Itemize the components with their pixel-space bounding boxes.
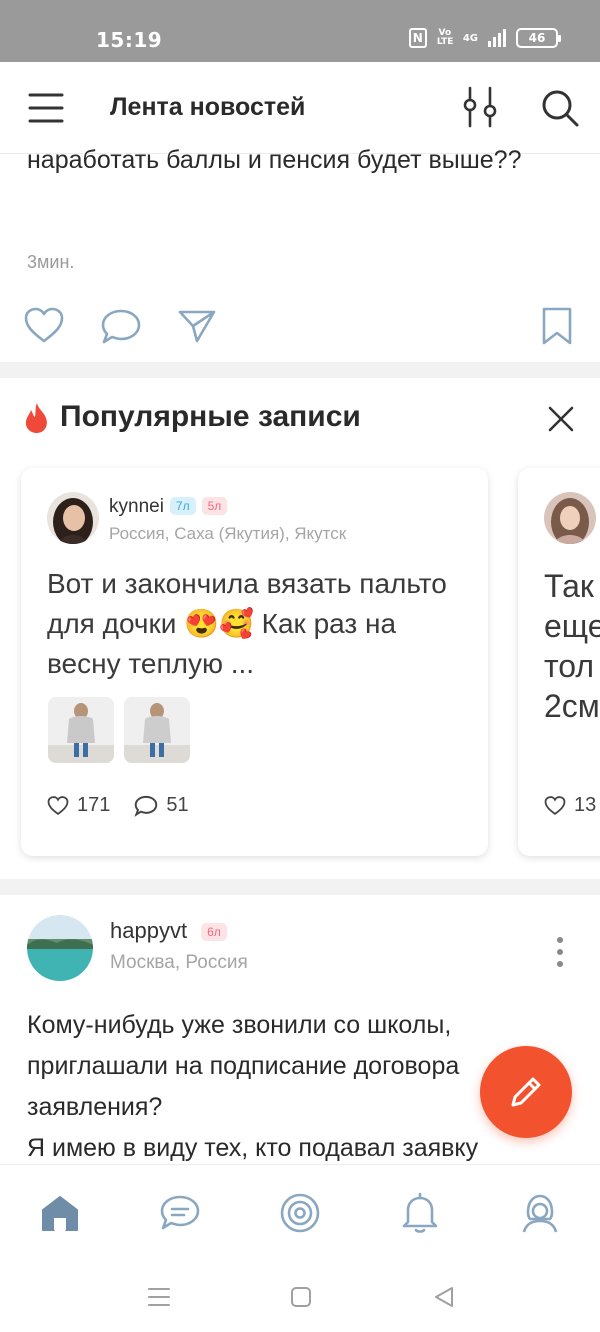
card-stats: 171 51 [47,794,213,817]
filter-icon[interactable] [460,86,500,128]
page-title: Лента новостей [110,93,306,121]
bookmark-icon[interactable] [540,306,574,346]
back-nav-button[interactable] [433,1286,455,1308]
status-bar: 15:19 N Vo LTE 4G 46 [0,0,600,62]
author-username[interactable]: kynnei [109,496,164,517]
bell-icon [402,1192,438,1233]
photo-thumbnail[interactable] [48,697,114,763]
signal-icon [488,29,506,47]
like-count: 13 [574,794,597,816]
popular-card[interactable]: Так еще тол 2см 13 [518,468,600,856]
child-age-badge: 5л [201,497,228,515]
avatar[interactable] [544,492,596,544]
avatar[interactable] [27,915,93,981]
network-type: 4G [462,32,478,44]
system-nav-bar [0,1264,600,1332]
status-icons: N Vo LTE 4G 46 [408,28,561,48]
author-name[interactable]: happyvt 6л [110,918,227,944]
like-icon[interactable] [544,795,566,816]
popular-card[interactable]: kynnei 7л 5л Россия, Саха (Якутия), Якутск… [21,468,488,856]
status-time: 15:19 [96,28,163,52]
volte-icon: Vo LTE [436,28,454,47]
more-options-icon[interactable] [550,936,570,968]
author-name[interactable]: kynnei 7л 5л [109,496,228,518]
pencil-icon [511,1077,541,1107]
battery-icon: 46 [516,28,561,48]
divider [0,879,600,895]
nfc-icon: N [408,28,427,48]
post-time: 3мин. [27,252,75,272]
like-count: 171 [77,794,111,816]
child-age-badge: 7л [169,497,196,515]
card-text[interactable]: Так еще тол 2см [544,566,600,726]
close-icon[interactable] [548,406,574,432]
post-text-line: Кому-нибудь уже звонили со школы, [27,1011,452,1039]
popular-title: Популярные записи [60,400,361,433]
share-icon[interactable] [177,308,217,344]
tab-discover[interactable] [278,1191,322,1235]
like-icon[interactable] [24,307,64,345]
comment-count: 51 [166,794,189,816]
avatar[interactable] [47,492,99,544]
divider [0,362,600,378]
card-stats: 13 [544,794,600,817]
hamburger-icon[interactable] [28,90,64,126]
post-text[interactable]: наработать баллы и пенсия будет выше?? [27,140,587,180]
like-icon[interactable] [47,795,69,816]
compose-button[interactable] [480,1046,572,1138]
post-text-line: Я имею в виду тех, кто подавал заявку [27,1134,479,1162]
home-nav-button[interactable] [290,1286,312,1308]
comment-icon[interactable] [134,795,158,817]
tab-home[interactable] [38,1191,82,1235]
target-icon [280,1193,320,1233]
comment-icon[interactable] [100,308,142,346]
fire-icon [24,402,50,434]
bottom-tab-bar [0,1164,600,1264]
photo-thumbnail[interactable] [124,697,190,763]
card-text[interactable]: Вот и закончила вязать пальто для дочки … [47,564,477,684]
recent-apps-button[interactable] [148,1286,170,1308]
author-username[interactable]: happyvt [110,918,187,943]
tab-notifications[interactable] [398,1191,442,1235]
author-location: Москва, Россия [110,952,248,973]
home-icon [42,1196,78,1231]
chat-icon [160,1195,200,1230]
profile-icon [522,1194,558,1233]
tab-messages[interactable] [158,1191,202,1235]
battery-level: 46 [528,31,546,45]
author-location: Россия, Саха (Якутия), Якутск [109,524,347,543]
child-age-badge: 6л [201,923,227,941]
search-icon[interactable] [540,88,580,128]
tab-profile[interactable] [518,1191,562,1235]
